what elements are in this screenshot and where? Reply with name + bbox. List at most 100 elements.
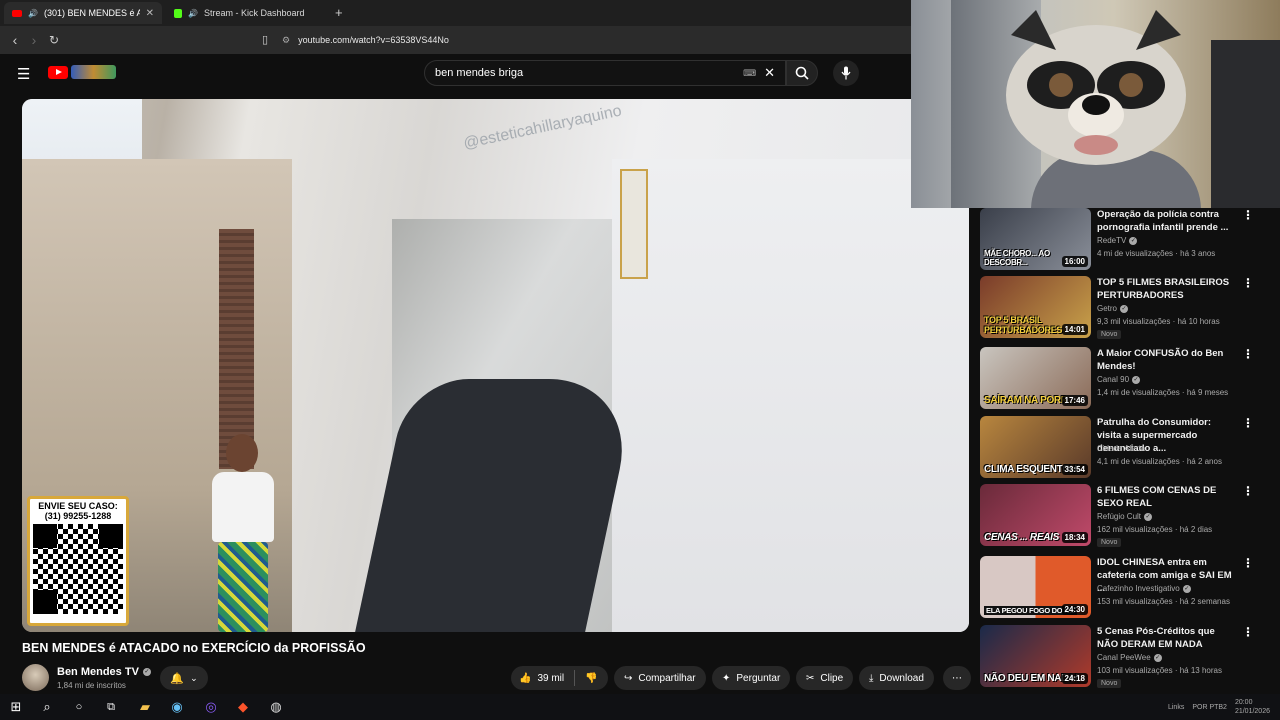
video-title[interactable]: A Maior CONFUSÃO do Ben Mendes!	[1097, 347, 1237, 373]
url-field[interactable]: ⚙ youtube.com/watch?v=63538VS44No	[282, 30, 902, 50]
close-tab-icon[interactable]: ✕	[146, 8, 154, 19]
download-button[interactable]: ⤓ Download	[859, 666, 934, 690]
subscriber-count: 1,84 mi de inscritos	[57, 681, 126, 690]
qr-card-phone: (31) 99255-1288	[44, 511, 112, 521]
channel-name[interactable]: Cafezinho Investigativo ✓	[1097, 584, 1191, 593]
share-label: Compartilhar	[638, 672, 696, 684]
tray-language: POR PTB2	[1192, 703, 1227, 711]
site-info-icon[interactable]: ⚙	[282, 35, 290, 46]
ask-button[interactable]: ✦ Perguntar	[712, 666, 791, 690]
search-icon[interactable]: ⌕	[38, 698, 56, 716]
thumbnail[interactable]: NÃO DEU EM NADA! 24:18	[980, 625, 1091, 687]
keyboard-icon[interactable]: ⌨	[743, 68, 756, 79]
new-badge: Novo	[1097, 330, 1122, 339]
clip-button[interactable]: ✂ Clipe	[796, 666, 854, 690]
address-bar-row: ‹ › ↻ ▯ ⚙ youtube.com/watch?v=63538VS44N…	[0, 26, 911, 54]
video-title: BEN MENDES é ATACADO no EXERCÍCIO da PRO…	[22, 641, 366, 655]
more-vertical-icon[interactable]: ⋮	[1242, 484, 1254, 498]
microphone-icon	[841, 66, 851, 80]
more-vertical-icon[interactable]: ⋮	[1242, 556, 1254, 570]
video-meta: 9,3 mil visualizações · há 10 horas	[1097, 317, 1220, 326]
video-title[interactable]: 6 FILMES COM CENAS DE SEXO REAL	[1097, 484, 1237, 510]
obs-icon[interactable]: ◎	[202, 698, 220, 716]
video-title[interactable]: 5 Cenas Pós-Créditos que NÃO DERAM EM NA…	[1097, 625, 1237, 651]
channel-name[interactable]: Canal 90 ✓	[1097, 375, 1141, 384]
verified-icon: ✓	[1132, 375, 1141, 384]
more-vertical-icon[interactable]: ⋮	[1242, 416, 1254, 430]
chrome-icon[interactable]: ◍	[267, 698, 285, 716]
channel-name-row[interactable]: Ben Mendes TV ✓	[57, 666, 151, 678]
video-title[interactable]: Operação da polícia contra pornografia i…	[1097, 208, 1237, 234]
more-vertical-icon[interactable]: ⋮	[1242, 276, 1254, 290]
recommendation-item[interactable]: TOP 5 BRASIL PERTURBADORES 14:01 TOP 5 F…	[980, 276, 1280, 342]
recommendation-item[interactable]: ELA PEGOU FOGO DO N... 24:30 IDOL CHINES…	[980, 556, 1280, 622]
brave-browser-icon[interactable]: ◆	[234, 698, 252, 716]
thumbs-up-icon: 👍	[519, 672, 532, 684]
voice-search-button[interactable]	[833, 60, 859, 86]
thumbnail[interactable]: CENAS ... REAIS 18:34	[980, 484, 1091, 546]
channel-name[interactable]: Refúgio Cult ✓	[1097, 512, 1153, 521]
webcam-overlay	[911, 0, 1280, 208]
channel-avatar[interactable]	[22, 664, 49, 691]
channel-label: Cafezinho Investigativo	[1097, 584, 1180, 593]
more-actions-button[interactable]: ⋯	[943, 666, 971, 690]
youtube-logo-icon[interactable]	[48, 66, 68, 79]
more-vertical-icon[interactable]: ⋮	[1242, 347, 1254, 361]
channel-name[interactable]: Cidade Alerta	[1097, 444, 1145, 453]
tray-links-label: Links	[1167, 703, 1185, 711]
dislike-button[interactable]: 👎	[585, 673, 597, 684]
duration-badge: 24:30	[1061, 604, 1088, 615]
back-icon[interactable]: ‹	[6, 31, 24, 49]
video-player[interactable]: @esteticahillaryaquino ENVIE SEU CASO: (…	[22, 99, 969, 632]
search-button[interactable]	[786, 60, 818, 86]
recommendation-item[interactable]: NÃO DEU EM NADA! 24:18 5 Cenas Pós-Crédi…	[980, 625, 1280, 691]
channel-name[interactable]: Getro ✓	[1097, 304, 1129, 313]
file-explorer-icon[interactable]: ▰	[136, 698, 154, 716]
tray-time: 20:00	[1234, 699, 1253, 706]
cortana-icon[interactable]: ○	[70, 698, 88, 716]
recommendation-item[interactable]: CENAS ... REAIS 18:34 6 FILMES COM CENAS…	[980, 484, 1280, 550]
search-input[interactable]: ben mendes briga ⌨ ✕	[424, 60, 786, 86]
scissors-icon: ✂	[806, 672, 815, 684]
tab-kick[interactable]: 🔊 Stream - Kick Dashboard	[166, 2, 326, 24]
reload-icon[interactable]: ↻	[45, 31, 63, 49]
bookmark-icon[interactable]: ▯	[256, 31, 274, 49]
url-text: youtube.com/watch?v=63538VS44No	[298, 35, 449, 45]
menu-icon[interactable]: ☰	[17, 65, 30, 83]
duration-badge: 17:46	[1061, 395, 1088, 406]
new-tab-icon[interactable]: +	[335, 5, 343, 20]
browser-tab-bar: 🔊 (301) BEN MENDES é ATACADO ✕ 🔊 Stream …	[0, 0, 911, 26]
more-vertical-icon[interactable]: ⋮	[1242, 625, 1254, 639]
steam-icon[interactable]: ◉	[168, 698, 186, 716]
thumbnail[interactable]: SAÍRAM NA PORR... 17:46	[980, 347, 1091, 409]
thumbnail[interactable]: ELA PEGOU FOGO DO N... 24:30	[980, 556, 1091, 618]
tab-youtube[interactable]: 🔊 (301) BEN MENDES é ATACADO ✕	[4, 2, 162, 24]
more-vertical-icon[interactable]: ⋮	[1242, 208, 1254, 222]
video-frame-shutter	[219, 229, 254, 469]
video-title[interactable]: TOP 5 FILMES BRASILEIROS PERTURBADORES	[1097, 276, 1237, 302]
forward-icon[interactable]: ›	[25, 31, 43, 49]
verified-icon: ✓	[1129, 236, 1138, 245]
thumbnail[interactable]: TOP 5 BRASIL PERTURBADORES 14:01	[980, 276, 1091, 338]
windows-taskbar: ⊞ ⌕ ○ ⧉ ▰ ◉ ◎ ◆ ◍ Links POR PTB2 20:00 2…	[0, 694, 1280, 720]
like-button[interactable]: 👍 39 mil	[519, 673, 564, 684]
clip-label: Clipe	[820, 672, 844, 684]
task-view-icon[interactable]: ⧉	[102, 698, 120, 716]
verified-icon: ✓	[1153, 653, 1162, 662]
windows-start-icon[interactable]: ⊞	[7, 698, 25, 716]
system-tray[interactable]: Links POR PTB2 20:00 21/01/2026	[1168, 698, 1270, 716]
duration-badge: 24:18	[1061, 673, 1088, 684]
notification-bell-button[interactable]: 🔔 ⌄	[160, 666, 208, 690]
channel-name[interactable]: RedeTV ✓	[1097, 236, 1138, 245]
thumbnail[interactable]: MÃE CHORO... AO DESCOBR... 16:00	[980, 208, 1091, 270]
share-button[interactable]: ↪ Compartilhar	[614, 666, 706, 690]
channel-name[interactable]: Canal PeeWee ✓	[1097, 653, 1162, 662]
verified-icon: ✓	[1120, 304, 1129, 313]
doodle-logo-icon[interactable]	[71, 65, 116, 79]
recommendation-item[interactable]: SAÍRAM NA PORR... 17:46 A Maior CONFUSÃO…	[980, 347, 1280, 413]
clear-search-icon[interactable]: ✕	[764, 65, 775, 81]
thumbnail[interactable]: CLIMA ESQUENTOU! 33:54	[980, 416, 1091, 478]
video-meta: 153 mil visualizações · há 2 semanas	[1097, 597, 1230, 606]
recommendation-item[interactable]: MÃE CHORO... AO DESCOBR... 16:00 Operaçã…	[980, 208, 1280, 274]
recommendation-item[interactable]: CLIMA ESQUENTOU! 33:54 Patrulha do Consu…	[980, 416, 1280, 482]
